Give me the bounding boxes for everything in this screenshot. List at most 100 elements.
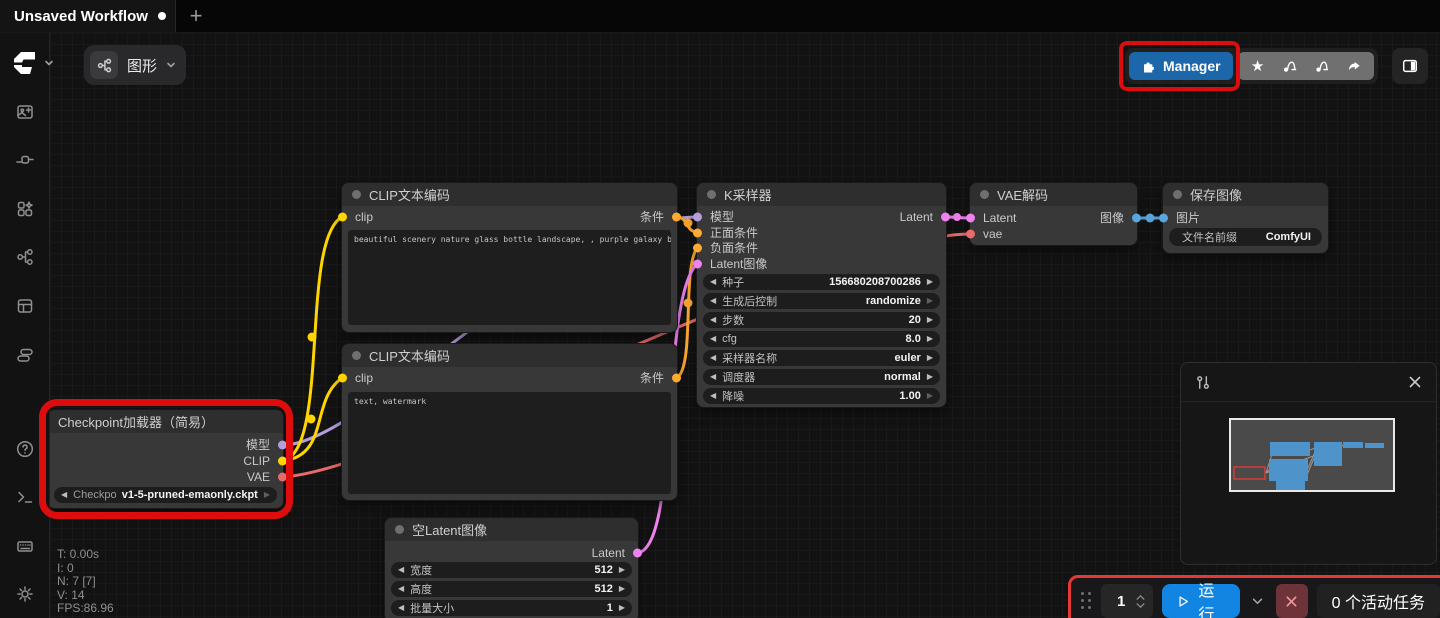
node-header[interactable]: K采样器 (697, 183, 946, 206)
cancel-button[interactable] (1276, 584, 1308, 618)
node-header[interactable]: Checkpoint加载器（简易） (48, 410, 283, 433)
templates-icon[interactable] (7, 337, 43, 373)
help-icon[interactable] (7, 431, 43, 467)
widget-seed[interactable]: ◀ 种子 156680208700286 ▶ (703, 274, 940, 290)
decrement-arrow-icon[interactable]: ◀ (710, 373, 716, 381)
widget-batch-size[interactable]: ◀ 批量大小 1 ▶ (391, 600, 632, 616)
increment-arrow-icon[interactable]: ▶ (619, 585, 625, 593)
app-logo-menu[interactable] (10, 48, 54, 78)
node-header[interactable]: 保存图像 (1163, 183, 1328, 206)
increment-arrow-icon[interactable]: ▶ (264, 491, 270, 499)
node-header[interactable]: CLIP文本编码 (342, 344, 677, 367)
bell-icon-alt[interactable] (1306, 52, 1338, 80)
widget-width[interactable]: ◀ 宽度 512 ▶ (391, 562, 632, 578)
node-clip-text-encode-negative[interactable]: CLIP文本编码 clip 条件 text, watermark (342, 344, 677, 500)
node-save-image[interactable]: 保存图像 图片 文件名前缀 ComfyUI (1163, 183, 1328, 253)
manager-button[interactable]: Manager (1129, 52, 1233, 80)
decrement-arrow-icon[interactable]: ◀ (61, 491, 67, 499)
widget-ckpt-name[interactable]: ◀ Checkpoint... v1-5-pruned-emaonly.ckpt… (54, 487, 277, 503)
input-port-vae[interactable] (966, 229, 975, 238)
output-port-latent[interactable] (633, 548, 642, 557)
increment-arrow-icon[interactable]: ▶ (927, 335, 933, 343)
collapse-dot[interactable] (352, 190, 361, 199)
run-options-dropdown[interactable] (1249, 584, 1267, 618)
decrement-arrow-icon[interactable]: ◀ (710, 392, 716, 400)
node-header[interactable]: 空Latent图像 (385, 518, 638, 541)
new-workflow-tab-button[interactable]: + (176, 0, 216, 32)
input-port-positive[interactable] (693, 228, 702, 237)
prompt-textarea[interactable]: text, watermark (348, 392, 671, 494)
increment-arrow-icon[interactable]: ▶ (927, 373, 933, 381)
collapse-dot[interactable] (352, 351, 361, 360)
node-vae-decode[interactable]: VAE解码 Latent 图像 vae (970, 183, 1137, 245)
widget-scheduler[interactable]: ◀ 调度器 normal ▶ (703, 369, 940, 385)
collapse-dot[interactable] (1173, 190, 1182, 199)
prompt-textarea[interactable]: beautiful scenery nature glass bottle la… (348, 230, 671, 325)
input-port-model[interactable] (693, 212, 702, 221)
toggle-panel-button[interactable] (1392, 48, 1428, 84)
decrement-arrow-icon[interactable]: ◀ (710, 335, 716, 343)
widget-height[interactable]: ◀ 高度 512 ▶ (391, 581, 632, 597)
increment-arrow-icon[interactable]: ▶ (927, 297, 933, 305)
widget-filename-prefix[interactable]: 文件名前缀 ComfyUI (1169, 228, 1322, 246)
widget-cfg[interactable]: ◀ cfg 8.0 ▶ (703, 331, 940, 347)
widget-control-after-generate[interactable]: ◀ 生成后控制 randomize ▶ (703, 293, 940, 309)
output-port-image[interactable] (1132, 213, 1141, 222)
step-up-icon[interactable] (1136, 595, 1145, 600)
terminal-icon[interactable] (7, 479, 43, 515)
input-port-latent[interactable] (966, 213, 975, 222)
input-port-clip[interactable] (338, 373, 347, 382)
increment-arrow-icon[interactable]: ▶ (619, 604, 625, 612)
minimap-viewport[interactable] (1229, 418, 1395, 492)
increment-arrow-icon[interactable]: ▶ (927, 278, 933, 286)
input-port-negative[interactable] (693, 243, 702, 252)
increment-arrow-icon[interactable]: ▶ (619, 566, 625, 574)
share-arrow-icon[interactable] (1338, 52, 1370, 80)
decrement-arrow-icon[interactable]: ◀ (710, 278, 716, 286)
node-library-icon[interactable] (7, 191, 43, 227)
widget-steps[interactable]: ◀ 步数 20 ▶ (703, 312, 940, 328)
output-port-clip[interactable] (278, 456, 287, 465)
step-down-icon[interactable] (1136, 603, 1145, 608)
node-header[interactable]: CLIP文本编码 (342, 183, 677, 206)
node-empty-latent-image[interactable]: 空Latent图像 Latent ◀ 宽度 512 ▶ ◀ 高度 512 ▶ ◀… (385, 518, 638, 618)
drag-handle[interactable] (1081, 592, 1092, 610)
adjustments-icon[interactable] (1195, 374, 1212, 391)
input-port-latent-image[interactable] (693, 259, 702, 268)
layout-panel-icon[interactable] (7, 288, 43, 324)
workflow-graph-icon[interactable] (7, 239, 43, 275)
decrement-arrow-icon[interactable]: ◀ (710, 316, 716, 324)
increment-arrow-icon[interactable]: ▶ (927, 392, 933, 400)
batch-count-input[interactable]: 1 (1101, 584, 1153, 618)
widget-sampler-name[interactable]: ◀ 采样器名称 euler ▶ (703, 350, 940, 366)
output-port-latent[interactable] (941, 212, 950, 221)
increment-arrow-icon[interactable]: ▶ (927, 354, 933, 362)
node-checkpoint-loader[interactable]: Checkpoint加载器（简易） 模型 CLIP VAE ◀ Checkpoi… (48, 410, 283, 508)
node-connection-icon[interactable] (7, 142, 43, 178)
keyboard-icon[interactable] (7, 528, 43, 564)
output-port-vae[interactable] (278, 472, 287, 481)
collapse-dot[interactable] (980, 190, 989, 199)
decrement-arrow-icon[interactable]: ◀ (398, 566, 404, 574)
run-button[interactable]: 运行 (1162, 584, 1240, 618)
workflow-tab[interactable]: Unsaved Workflow (0, 0, 176, 32)
decrement-arrow-icon[interactable]: ◀ (710, 297, 716, 305)
decrement-arrow-icon[interactable]: ◀ (398, 585, 404, 593)
decrement-arrow-icon[interactable]: ◀ (398, 604, 404, 612)
bell-icon[interactable] (1274, 52, 1306, 80)
node-ksampler[interactable]: K采样器 模型 Latent 正面条件 负面条件 Latent图像 ◀ 种子 1… (697, 183, 946, 407)
image-generate-icon[interactable] (7, 94, 43, 130)
input-port-image[interactable] (1159, 213, 1168, 222)
output-port-conditioning[interactable] (672, 212, 681, 221)
increment-arrow-icon[interactable]: ▶ (927, 316, 933, 324)
decrement-arrow-icon[interactable]: ◀ (710, 354, 716, 362)
collapse-dot[interactable] (395, 525, 404, 534)
star-icon[interactable]: ★ (1242, 52, 1274, 80)
close-icon[interactable] (1408, 375, 1422, 389)
node-clip-text-encode-positive[interactable]: CLIP文本编码 clip 条件 beautiful scenery natur… (342, 183, 677, 332)
widget-denoise[interactable]: ◀ 降噪 1.00 ▶ (703, 388, 940, 404)
output-port-conditioning[interactable] (672, 373, 681, 382)
settings-gear-icon[interactable] (7, 576, 43, 612)
output-port-model[interactable] (278, 440, 287, 449)
collapse-dot[interactable] (707, 190, 716, 199)
